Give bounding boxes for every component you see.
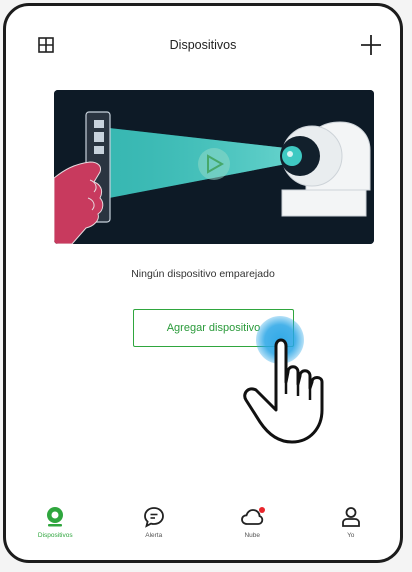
nav-item-dispositivos[interactable]: Dispositivos xyxy=(10,506,100,539)
nav-item-alerta[interactable]: Alerta xyxy=(109,506,199,539)
top-bar: Dispositivos xyxy=(6,6,400,66)
page-title: Dispositivos xyxy=(169,38,237,52)
bottom-nav: Dispositivos Alerta Nube Yo xyxy=(6,496,400,560)
notification-dot xyxy=(259,507,266,513)
message-icon xyxy=(143,507,164,528)
nav-item-yo[interactable]: Yo xyxy=(306,506,396,539)
nav-label: Nube xyxy=(244,532,261,539)
nav-label: Alerta xyxy=(145,532,163,539)
nav-label: Yo xyxy=(347,532,355,539)
plus-icon[interactable] xyxy=(360,34,382,56)
camera-icon xyxy=(47,507,64,527)
phone-screen: Dispositivos Ningún dispositivo empareja… xyxy=(3,3,403,563)
nav-label: Dispositivos xyxy=(37,532,73,539)
hand-pointer-icon xyxy=(243,338,324,444)
nav-item-nube[interactable]: Nube xyxy=(207,506,297,539)
empty-state-message: Ningún dispositivo emparejado xyxy=(131,268,275,280)
phone-scanning-camera-illustration xyxy=(54,90,374,244)
user-icon xyxy=(341,507,360,527)
